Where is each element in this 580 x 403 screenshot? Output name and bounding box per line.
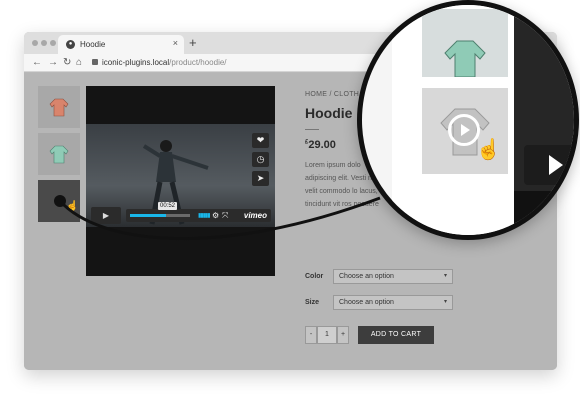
forward-icon[interactable]: →	[48, 56, 58, 70]
tab-close-icon[interactable]: ×	[173, 38, 178, 48]
reload-icon[interactable]: ↻	[63, 56, 71, 70]
quantity-input[interactable]: 1	[317, 326, 337, 344]
screenshot-stage: ● Hoodie × + ← → ↻ ⌂ iconic-plugins.loca…	[0, 0, 580, 403]
gallery-thumbnail-orange-hoodie[interactable]	[38, 86, 80, 128]
tab-title: Hoodie	[80, 40, 106, 49]
video-controls: ▶ 00:52 ▮▮▮▮▮ ⚙ ⤧ vimeo	[91, 202, 271, 224]
color-label: Color	[305, 273, 324, 280]
url-path: /product/hoodie/	[169, 58, 227, 67]
favicon-icon: ●	[66, 40, 75, 49]
color-select[interactable]: Choose an option ▾	[333, 269, 453, 284]
volume-icon[interactable]: ▮▮▮▮▮	[198, 212, 210, 220]
add-to-cart-button[interactable]: ADD TO CART	[358, 326, 434, 344]
back-icon[interactable]: ←	[32, 56, 42, 70]
pointer-hand-icon: ☝	[476, 139, 501, 161]
fullscreen-icon[interactable]: ⤧	[222, 210, 228, 221]
settings-gear-icon[interactable]: ⚙	[212, 210, 219, 221]
gallery-thumbnail-video[interactable]: ☝	[38, 180, 80, 222]
color-select-value: Choose an option	[339, 273, 394, 280]
hoodie-green-icon	[49, 145, 69, 164]
progress-track[interactable]: 00:52	[130, 202, 190, 217]
size-label: Size	[305, 299, 320, 306]
product-price: £29.00	[305, 139, 336, 151]
like-heart-button[interactable]: ❤	[252, 133, 269, 148]
quantity-plus-button[interactable]: +	[337, 326, 349, 344]
hoodie-green-large-icon	[444, 40, 486, 77]
hoodie-orange-icon	[49, 98, 69, 117]
magnified-thumbnail-video[interactable]: ☝	[422, 88, 508, 174]
url-host: iconic-plugins.local	[102, 58, 170, 67]
quantity-minus-button[interactable]: -	[305, 326, 317, 344]
magnifier-lens: ☝	[357, 0, 579, 240]
size-select[interactable]: Choose an option ▾	[333, 295, 453, 310]
control-bar: 00:52 ▮▮▮▮▮ ⚙ ⤧ vimeo	[126, 202, 271, 222]
magnified-video-controls	[514, 191, 574, 235]
pointer-hand-icon: ☝	[66, 201, 79, 212]
vimeo-logo[interactable]: vimeo	[244, 209, 267, 222]
title-divider	[305, 129, 319, 130]
magnified-thumbnail-green-hoodie[interactable]	[422, 9, 508, 77]
time-label: 00:52	[158, 202, 178, 210]
new-tab-button[interactable]: +	[189, 35, 197, 51]
gallery-thumbnail-green-hoodie[interactable]	[38, 133, 80, 175]
play-button[interactable]: ▶	[91, 207, 121, 224]
window-minimize-dot[interactable]	[41, 40, 47, 46]
window-close-dot[interactable]	[32, 40, 38, 46]
product-title: Hoodie	[305, 105, 353, 121]
browser-tab[interactable]: ● Hoodie ×	[58, 35, 184, 54]
lock-icon	[92, 59, 98, 65]
breadcrumb[interactable]: HOME / CLOTH	[305, 91, 359, 98]
size-select-value: Choose an option	[339, 299, 394, 306]
chevron-down-icon: ▾	[443, 273, 447, 279]
watch-later-clock-button[interactable]: ◷	[252, 152, 269, 167]
window-maximize-dot[interactable]	[50, 40, 56, 46]
chevron-down-icon: ▾	[443, 299, 447, 305]
progress-fill	[130, 214, 166, 217]
price-value: 29.00	[308, 139, 336, 151]
video-player[interactable]: ❤ ◷ ➤ ▶ 00:52 ▮▮▮▮▮ ⚙ ⤧ vimeo	[86, 86, 275, 276]
url-field[interactable]: iconic-plugins.local/product/hoodie/	[92, 57, 227, 69]
play-icon	[549, 155, 563, 175]
share-send-button[interactable]: ➤	[252, 171, 269, 186]
home-icon[interactable]: ⌂	[76, 56, 82, 70]
